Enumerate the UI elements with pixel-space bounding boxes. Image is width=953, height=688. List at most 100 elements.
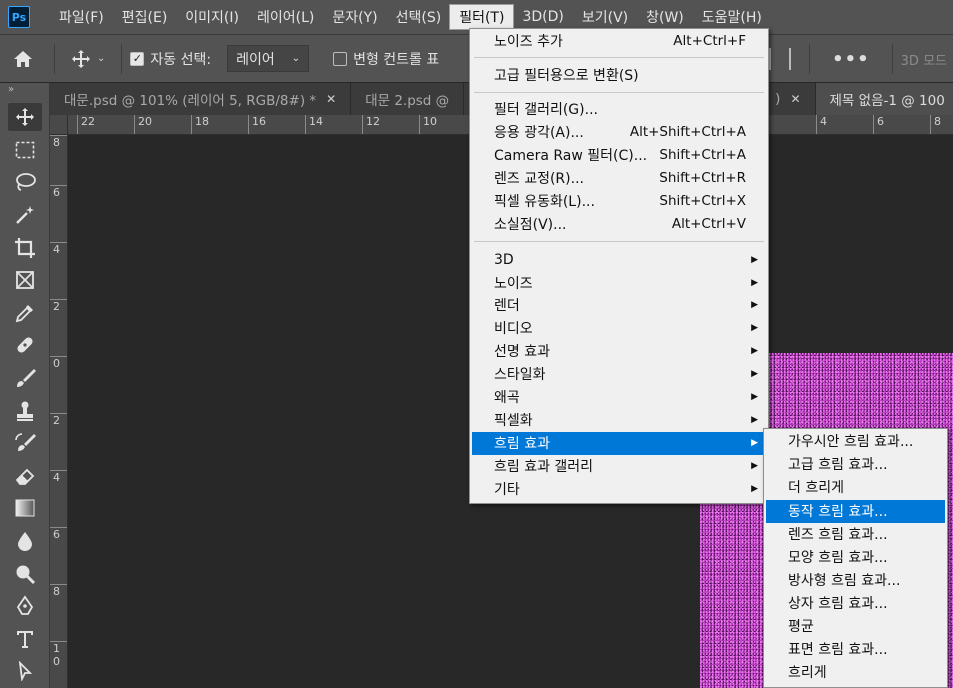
home-icon xyxy=(14,50,32,67)
submenu-arrow-icon: ▶ xyxy=(751,369,758,380)
menu-item-label: 왜곡 xyxy=(494,390,520,407)
tool-magic-wand[interactable] xyxy=(0,199,50,232)
tab-document-3[interactable]: ) ✕ xyxy=(761,83,816,115)
collapse-icon[interactable]: » xyxy=(0,83,49,101)
transform-controls-checkbox[interactable] xyxy=(333,51,348,66)
menu-select[interactable]: 선택(S) xyxy=(387,5,451,29)
menu-file[interactable]: 파일(F) xyxy=(50,5,113,29)
menu-layer[interactable]: 레이어(L) xyxy=(248,5,323,29)
menu-item-convert-smart-filters[interactable]: 고급 필터용으로 변환(S) xyxy=(472,64,766,87)
submenu-item-blur-more[interactable]: 더 흐리게 xyxy=(766,476,945,499)
menu-view[interactable]: 보기(V) xyxy=(573,5,637,29)
submenu-item-average[interactable]: 평균 xyxy=(766,615,945,638)
menu-3d[interactable]: 3D(D) xyxy=(513,5,572,29)
submenu-item-radial-blur[interactable]: 방사형 흐림 효과... xyxy=(766,569,945,592)
tool-pen[interactable] xyxy=(0,590,50,623)
menu-item-video[interactable]: 비디오 ▶ xyxy=(472,317,766,340)
move-tool-preset[interactable]: ⌄ xyxy=(63,49,113,69)
tool-brush[interactable] xyxy=(0,362,50,395)
tab-title: 대문.psd @ 101% (레이어 5, RGB/8#) * xyxy=(64,93,317,109)
menu-item-liquify[interactable]: 픽셀 유동화(L)... Shift+Ctrl+X xyxy=(472,190,766,213)
distribute-icon[interactable] xyxy=(769,48,792,70)
menu-item-stylize[interactable]: 스타일화 ▶ xyxy=(472,363,766,386)
tool-eraser[interactable] xyxy=(0,460,50,493)
menu-type[interactable]: 문자(Y) xyxy=(323,5,386,29)
separator xyxy=(891,44,893,74)
close-icon[interactable]: ✕ xyxy=(790,92,800,106)
submenu-item-motion-blur[interactable]: 동작 흐림 효과... xyxy=(766,500,945,523)
tab-document-1[interactable]: 대문.psd @ 101% (레이어 5, RGB/8#) * ✕ xyxy=(50,83,352,115)
submenu-item-smart-blur[interactable]: 고급 흐림 효과... xyxy=(766,453,945,476)
tool-gradient[interactable] xyxy=(0,492,50,525)
home-button[interactable] xyxy=(0,49,46,69)
menu-item-noise[interactable]: 노이즈 ▶ xyxy=(472,272,766,295)
menu-item-sharpen[interactable]: 선명 효과 ▶ xyxy=(472,340,766,363)
menu-item-blur[interactable]: 흐림 효과 ▶ xyxy=(472,432,766,455)
menu-item-shortcut: Shift+Ctrl+X xyxy=(659,193,746,210)
menu-image[interactable]: 이미지(I) xyxy=(176,5,248,29)
submenu-item-box-blur[interactable]: 상자 흐림 효과... xyxy=(766,592,945,615)
submenu-item-gaussian-blur[interactable]: 가우시안 흐림 효과... xyxy=(766,430,945,453)
menu-item-filter-gallery[interactable]: 필터 갤러리(G)... xyxy=(472,98,766,121)
tool-frame[interactable] xyxy=(0,264,50,297)
clone-stamp-icon xyxy=(17,401,33,421)
separator xyxy=(809,44,811,74)
tool-healing[interactable] xyxy=(0,329,50,362)
menu-separator xyxy=(474,57,764,58)
menu-item-pixelate[interactable]: 픽셀화 ▶ xyxy=(472,409,766,432)
submenu-arrow-icon: ▶ xyxy=(751,300,758,311)
auto-select-checkbox[interactable]: ✓ xyxy=(130,51,145,66)
menu-item-label: 필터 갤러리(G)... xyxy=(494,102,598,119)
tool-eyedropper[interactable] xyxy=(0,297,50,330)
ruler-label: 10 xyxy=(419,115,437,134)
submenu-arrow-icon: ▶ xyxy=(751,323,758,334)
menu-item-label: 렌즈 교정(R)... xyxy=(494,171,584,188)
menu-item-camera-raw[interactable]: Camera Raw 필터(C)... Shift+Ctrl+A xyxy=(472,144,766,167)
menu-item-3d[interactable]: 3D ▶ xyxy=(472,249,766,272)
ruler-corner xyxy=(50,115,68,135)
tool-blur[interactable] xyxy=(0,525,50,558)
menu-item-add-noise[interactable]: 노이즈 추가 Alt+Ctrl+F xyxy=(472,30,766,53)
menu-item-blur-gallery[interactable]: 흐림 효과 갤러리 ▶ xyxy=(472,455,766,478)
submenu-arrow-icon: ▶ xyxy=(751,461,758,472)
submenu-item-blur[interactable]: 흐리게 xyxy=(766,661,945,684)
submenu-item-surface-blur[interactable]: 표면 흐림 효과... xyxy=(766,638,945,661)
tool-history-brush[interactable] xyxy=(0,427,50,460)
auto-select-dropdown[interactable]: 레이어 ⌄ xyxy=(227,45,310,72)
menu-item-render[interactable]: 렌더 ▶ xyxy=(472,294,766,317)
menu-help[interactable]: 도움말(H) xyxy=(693,5,771,29)
chevron-down-icon: ⌄ xyxy=(291,53,301,64)
more-options-icon[interactable]: ••• xyxy=(832,49,870,70)
menu-item-adaptive-wide-angle[interactable]: 응용 광각(A)... Alt+Shift+Ctrl+A xyxy=(472,121,766,144)
frame-tool-icon xyxy=(16,271,34,290)
tool-type[interactable] xyxy=(0,623,50,656)
tool-move[interactable] xyxy=(0,101,50,134)
tab-document-2[interactable]: 대문 2.psd @ xyxy=(351,83,465,115)
menu-edit[interactable]: 편집(E) xyxy=(113,5,177,29)
submenu-item-shape-blur[interactable]: 모양 흐림 효과... xyxy=(766,546,945,569)
tab-document-active[interactable]: 제목 없음-1 @ 100 xyxy=(815,83,953,115)
magic-wand-icon xyxy=(16,206,34,224)
submenu-arrow-icon: ▶ xyxy=(751,415,758,426)
menu-item-other[interactable]: 기타 ▶ xyxy=(472,478,766,501)
brush-tool-icon xyxy=(17,369,36,388)
close-icon[interactable]: ✕ xyxy=(326,92,336,106)
tool-path-select[interactable] xyxy=(0,655,50,688)
menu-window[interactable]: 창(W) xyxy=(637,5,693,29)
submenu-item-lens-blur[interactable]: 렌즈 흐림 효과... xyxy=(766,523,945,546)
menu-item-shortcut: Shift+Ctrl+A xyxy=(659,147,746,164)
submenu-arrow-icon: ▶ xyxy=(751,278,758,289)
ruler-label: 1 0 xyxy=(50,641,67,668)
tool-marquee[interactable] xyxy=(0,134,50,167)
tool-lasso[interactable] xyxy=(0,166,50,199)
menu-filter[interactable]: 필터(T) xyxy=(449,4,515,30)
menu-item-lens-correction[interactable]: 렌즈 교정(R)... Shift+Ctrl+R xyxy=(472,167,766,190)
tool-crop[interactable] xyxy=(0,231,50,264)
menu-item-label: 픽셀화 xyxy=(494,413,533,430)
menu-item-distort[interactable]: 왜곡 ▶ xyxy=(472,386,766,409)
menu-item-vanishing-point[interactable]: 소실점(V)... Alt+Ctrl+V xyxy=(472,213,766,236)
tool-clone-stamp[interactable] xyxy=(0,394,50,427)
ruler-label: 4 xyxy=(816,115,827,134)
eyedropper-icon xyxy=(15,304,33,323)
tool-dodge[interactable] xyxy=(0,557,50,590)
